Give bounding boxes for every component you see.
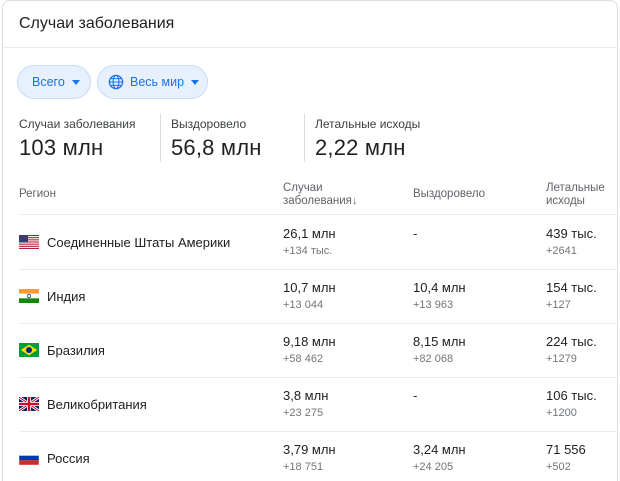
deaths-value: 71 556 (546, 442, 586, 457)
deaths-new-value: +127 (546, 299, 571, 311)
country-name: Россия (47, 451, 90, 466)
uk-flag-icon (19, 397, 39, 411)
brazil-flag-icon (19, 343, 39, 357)
cases-value: 3,79 млн (283, 442, 336, 457)
stat-deaths-value: 2,22 млн (315, 135, 406, 160)
cases-header-line1: Случаи (283, 182, 323, 194)
region-filter-chip[interactable]: Весь мир (97, 65, 208, 99)
country-name: Индия (47, 289, 86, 304)
cases-new-value: +18 751 (283, 461, 324, 473)
recovered-value: 3,24 млн (413, 442, 466, 457)
stat-deaths: Летальные исходы 2,22 млн (315, 117, 420, 161)
stat-cases: Случаи заболевания 103 млн (19, 117, 136, 161)
deaths-new-value: +1279 (546, 353, 577, 365)
cases-new-value: +58 462 (283, 353, 324, 365)
table-row[interactable]: Россия 3,79 млн +18 751 3,24 млн +24 205… (3, 432, 617, 481)
deaths-value: 106 тыс. (546, 388, 597, 403)
cases-value: 9,18 млн (283, 334, 336, 349)
title-divider (3, 47, 617, 48)
india-flag-icon (19, 289, 39, 303)
cases-header-line2-wrap: заболевания↓ (283, 195, 357, 208)
recovered-new-value: +24 205 (413, 461, 454, 473)
recovered-value: 10,4 млн (413, 280, 466, 295)
chevron-down-icon (191, 79, 200, 85)
country-name: Бразилия (47, 343, 105, 358)
table-row[interactable]: Бразилия 9,18 млн +58 462 8,15 млн +82 0… (3, 324, 617, 378)
cases-new-value: +23 275 (283, 407, 324, 419)
country-name: Соединенные Штаты Америки (47, 235, 231, 250)
sort-arrow-icon: ↓ (351, 195, 358, 207)
stat-recovered-label: Выздоровело (171, 117, 247, 131)
stat-divider (304, 114, 305, 162)
deaths-value: 224 тыс. (546, 334, 597, 349)
russia-flag-icon (19, 451, 39, 465)
stat-divider (160, 114, 161, 162)
stat-deaths-label: Летальные исходы (315, 117, 421, 131)
recovered-new-value: +13 963 (413, 299, 454, 311)
cases-new-value: +13 044 (283, 299, 324, 311)
recovered-new-value: +82 068 (413, 353, 454, 365)
recovered-value: 8,15 млн (413, 334, 466, 349)
deaths-header-line1: Летальные (546, 182, 605, 194)
total-filter-label: Всего (32, 75, 65, 89)
table-row[interactable]: Великобритания 3,8 млн +23 275 - 106 тыс… (3, 378, 617, 432)
table-row[interactable]: Индия 10,7 млн +13 044 10,4 млн +13 963 … (3, 270, 617, 324)
stat-recovered-value: 56,8 млн (171, 135, 262, 160)
deaths-new-value: +1200 (546, 407, 577, 419)
country-name: Великобритания (47, 397, 147, 412)
stat-cases-label: Случаи заболевания (19, 117, 136, 131)
total-filter-chip[interactable]: Всего (17, 65, 91, 99)
cases-value: 26,1 млн (283, 226, 336, 241)
deaths-new-value: +2641 (546, 245, 577, 257)
deaths-value: 439 тыс. (546, 226, 597, 241)
stat-cases-value: 103 млн (19, 135, 104, 160)
deaths-new-value: +502 (546, 461, 571, 473)
chevron-down-icon (71, 79, 80, 85)
cases-header-line2: заболевания (283, 195, 352, 207)
cases-new-value: +134 тыс. (283, 245, 333, 257)
recovered-value: - (413, 226, 418, 241)
stat-recovered: Выздоровело 56,8 млн (171, 117, 262, 161)
column-header-region[interactable]: Регион (19, 188, 56, 201)
column-header-recovered[interactable]: Выздоровело (413, 188, 485, 201)
deaths-value: 154 тыс. (546, 280, 597, 295)
column-header-cases[interactable]: Случаи заболевания↓ (283, 182, 357, 208)
cases-value: 10,7 млн (283, 280, 336, 295)
cases-value: 3,8 млн (283, 388, 329, 403)
deaths-header-line2: исходы (546, 195, 585, 207)
table-row[interactable]: Соединенные Штаты Америки 26,1 млн +134 … (3, 215, 617, 269)
column-header-deaths[interactable]: Летальные исходы (546, 182, 605, 208)
card-title: Случаи заболевания (19, 15, 175, 32)
region-filter-label: Весь мир (130, 75, 185, 89)
globe-icon (108, 74, 124, 90)
recovered-value: - (413, 388, 418, 403)
covid-stats-card: Случаи заболевания Всего Весь мир Случаи… (2, 0, 618, 481)
us-flag-icon (19, 235, 39, 249)
